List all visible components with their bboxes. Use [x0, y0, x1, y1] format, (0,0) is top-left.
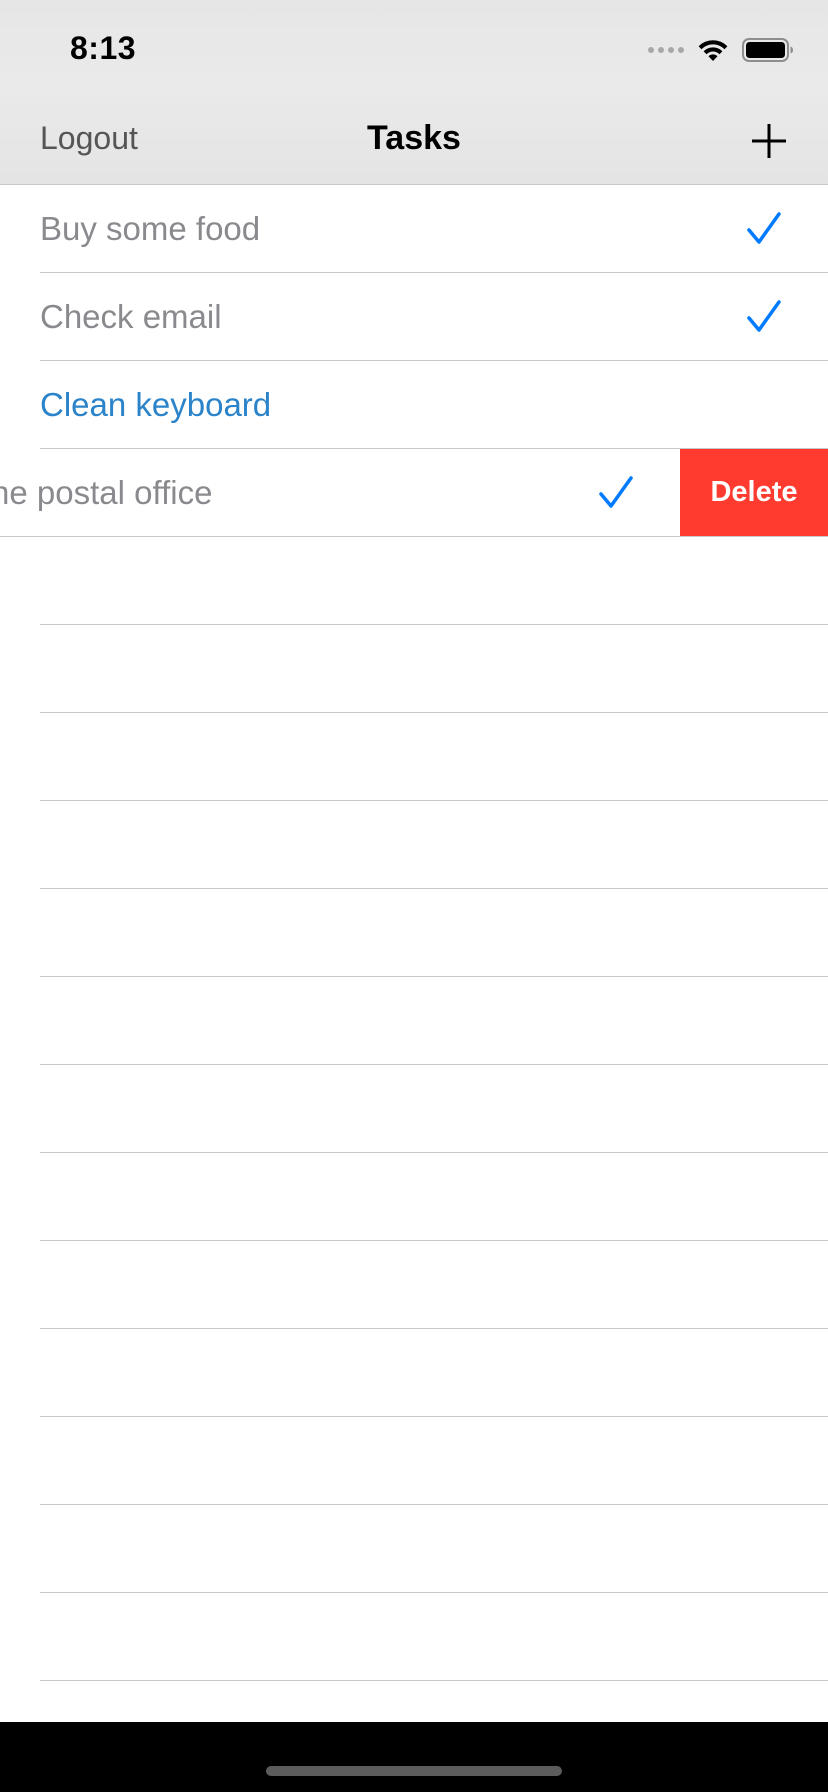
cellular-signal-icon: [648, 47, 684, 53]
empty-row: [0, 1329, 828, 1417]
empty-row: [0, 1065, 828, 1153]
empty-row: [0, 537, 828, 625]
status-time: 8:13: [70, 30, 137, 66]
home-indicator[interactable]: [266, 1766, 562, 1776]
plus-icon[interactable]: [750, 122, 788, 160]
empty-rows: [0, 537, 828, 1681]
empty-row: [0, 1505, 828, 1593]
row-separator: [40, 1680, 828, 1681]
header: 8:13 Logout Tasks: [0, 0, 828, 185]
empty-row: [0, 977, 828, 1065]
checkmark-icon: [747, 300, 781, 332]
checkmark-icon: [747, 212, 781, 244]
empty-row: [0, 1593, 828, 1681]
checkmark-icon: [599, 476, 633, 508]
empty-row: [0, 1153, 828, 1241]
screen: 8:13 Logout Tasks Buy some food Check em…: [0, 0, 828, 1792]
task-label: Go to the postal office: [0, 474, 213, 511]
swiped-cell-content[interactable]: Go to the postal office: [0, 449, 680, 536]
task-list: Buy some food Check email Clean keyboard…: [0, 185, 828, 1681]
empty-row: [0, 889, 828, 977]
task-row-swiped[interactable]: Go to the postal office Delete: [0, 449, 828, 537]
task-label: Clean keyboard: [40, 386, 272, 423]
task-row[interactable]: Clean keyboard: [0, 361, 828, 449]
task-row[interactable]: Check email: [0, 273, 828, 361]
empty-row: [0, 1417, 828, 1505]
empty-row: [0, 713, 828, 801]
page-title: Tasks: [367, 119, 461, 157]
empty-row: [0, 625, 828, 713]
task-row[interactable]: Buy some food: [0, 185, 828, 273]
delete-button[interactable]: Delete: [680, 449, 828, 536]
status-icons: [648, 36, 794, 64]
task-label: Check email: [40, 298, 222, 335]
battery-icon: [742, 38, 793, 62]
empty-row: [0, 801, 828, 889]
empty-row: [0, 1241, 828, 1329]
wifi-icon: [698, 40, 728, 61]
home-bar-area: [0, 1722, 828, 1792]
task-label: Buy some food: [40, 210, 261, 247]
